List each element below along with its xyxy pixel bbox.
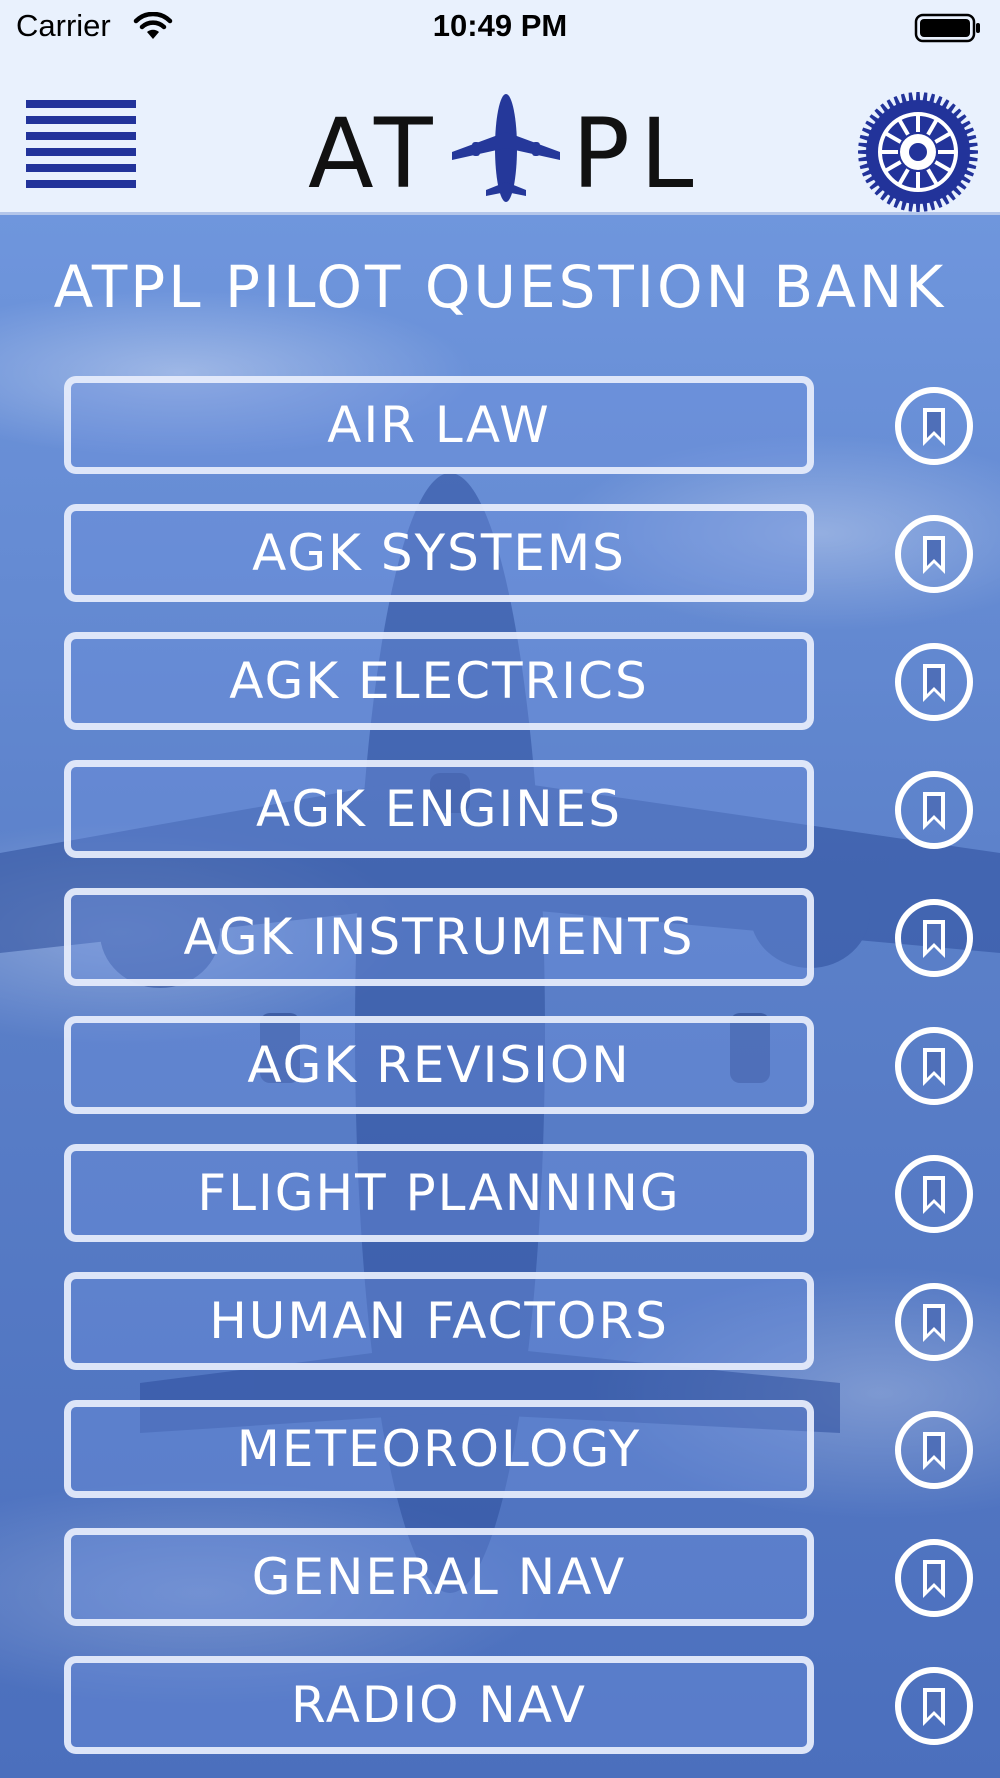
main-content: ATPL PILOT QUESTION BANK AIR LAW AGK SYS… [0,213,1000,1778]
subject-button-flight-planning[interactable]: FLIGHT PLANNING [64,1144,814,1242]
bookmark-button[interactable] [894,386,974,466]
list-item: AGK REVISION [0,1016,1000,1114]
bookmark-button[interactable] [894,1666,974,1746]
logo-letter-t: T [374,98,433,210]
bookmark-icon [895,515,973,593]
bookmark-icon [895,1283,973,1361]
list-item: RADIO NAV [0,1656,1000,1754]
list-item: METEOROLOGY [0,1400,1000,1498]
list-item: AIR LAW [0,376,1000,474]
list-item: AGK ENGINES [0,760,1000,858]
bookmark-button[interactable] [894,1282,974,1362]
app-logo: A T P L [302,90,702,210]
bookmark-icon [895,387,973,465]
bookmark-icon [895,1155,973,1233]
bookmark-button[interactable] [894,898,974,978]
list-item: FLIGHT PLANNING [0,1144,1000,1242]
bookmark-button[interactable] [894,770,974,850]
battery-icon [914,12,984,48]
subject-button-radio-nav[interactable]: RADIO NAV [64,1656,814,1754]
bookmark-icon [895,1027,973,1105]
subject-button-agk-systems[interactable]: AGK SYSTEMS [64,504,814,602]
subject-button-air-law[interactable]: AIR LAW [64,376,814,474]
logo-letter-a: A [308,98,374,210]
bookmark-icon [895,1667,973,1745]
nav-bar: A T P L [0,58,1000,215]
subject-button-general-nav[interactable]: GENERAL NAV [64,1528,814,1626]
app-screen: Carrier 10:49 PM A T P L ATPL PILOT QUES… [0,0,1000,1778]
list-item: AGK INSTRUMENTS [0,888,1000,986]
bookmark-button[interactable] [894,642,974,722]
bookmark-button[interactable] [894,1154,974,1234]
clock: 10:49 PM [432,8,568,43]
page-title: ATPL PILOT QUESTION BANK [53,253,947,321]
subject-button-meteorology[interactable]: METEOROLOGY [64,1400,814,1498]
logo-letter-p: P [572,98,630,210]
list-item: HUMAN FACTORS [0,1272,1000,1370]
subject-button-agk-engines[interactable]: AGK ENGINES [64,760,814,858]
subject-button-agk-instruments[interactable]: AGK INSTRUMENTS [64,888,814,986]
bookmark-icon [895,1539,973,1617]
subject-button-agk-revision[interactable]: AGK REVISION [64,1016,814,1114]
subject-button-human-factors[interactable]: HUMAN FACTORS [64,1272,814,1370]
bookmark-button[interactable] [894,1538,974,1618]
logo-letter-l: L [640,98,694,210]
menu-button[interactable] [26,100,136,202]
list-item: GENERAL NAV [0,1528,1000,1626]
subject-button-agk-electrics[interactable]: AGK ELECTRICS [64,632,814,730]
list-item: AGK SYSTEMS [0,504,1000,602]
status-bar: Carrier 10:49 PM [0,0,1000,58]
airplane-icon [446,92,566,208]
bookmark-button[interactable] [894,1410,974,1490]
gear-icon [858,92,978,212]
list-item: AGK ELECTRICS [0,632,1000,730]
bookmark-icon [895,1411,973,1489]
bookmark-button[interactable] [894,1026,974,1106]
bookmark-icon [895,643,973,721]
settings-button[interactable] [856,90,980,214]
bookmark-button[interactable] [894,514,974,594]
bookmark-icon [895,899,973,977]
bookmark-icon [895,771,973,849]
